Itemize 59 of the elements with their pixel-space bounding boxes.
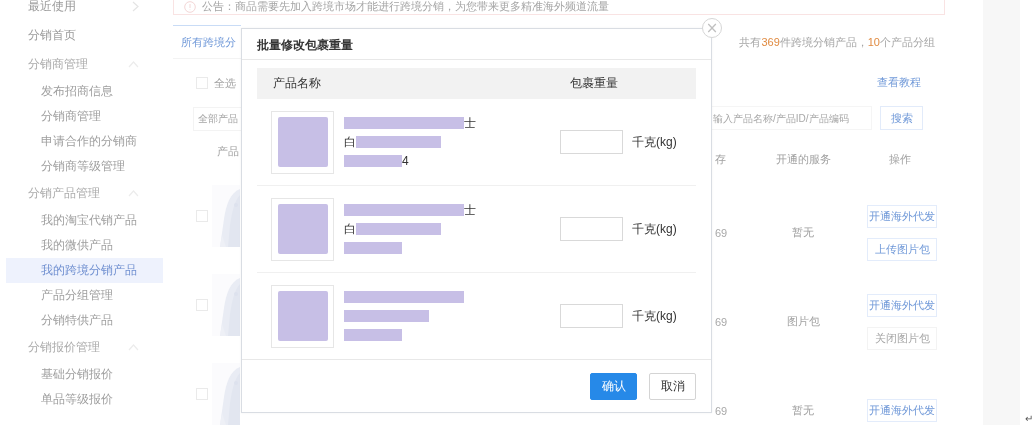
chevron-right-icon [132,1,139,12]
column-header: 产品 [216,144,240,159]
redaction-block [277,204,328,254]
sidebar-item[interactable]: 发布招商信息 [0,79,163,104]
table-cell-text: 暂无 [791,403,815,418]
weight-field[interactable] [560,217,623,241]
return-mark: ↵ [1025,413,1033,425]
sidebar-group[interactable]: 分销报价管理 [0,333,163,362]
unit-label: 千克(kg) [632,220,677,238]
table-cell-text: 69 [714,226,729,239]
sidebar-item[interactable]: 分销商管理 [0,104,163,129]
sidebar-item[interactable]: 产品分组管理 [0,283,163,308]
unit-label: 千克(kg) [632,307,677,325]
unit-label: 千克(kg) [632,133,677,151]
column-header: 存 [714,151,727,167]
close-button[interactable]: × [702,18,722,38]
sidebar-item[interactable]: 申请合作的分销商 [0,129,163,154]
column-header: 产品名称 [272,75,322,92]
search-button[interactable]: 搜索 [880,106,923,130]
sidebar-item[interactable]: 基础分销报价 [0,362,163,387]
column-header: 开通的服务 [774,151,832,167]
sidebar-item[interactable]: 我的跨境分销产品 [6,258,163,283]
cancel-button[interactable]: 取消 [649,372,696,400]
action-button[interactable]: 开通海外代发 [867,204,937,228]
action-button[interactable]: 开通海外代发 [867,293,937,317]
weight-field[interactable] [560,130,623,154]
sidebar-item[interactable]: 我的微供产品 [0,233,163,258]
column-header: 包裹重量 [570,75,618,92]
search-field[interactable]: 输入产品名称/产品ID/产品编码 [711,106,872,130]
sidebar-item[interactable]: 分销商等级管理 [0,154,163,179]
summary-text: 共有369件跨境分销产品，10个产品分组 [738,35,936,50]
sidebar-item[interactable]: 最近使用 [0,0,163,21]
column-header: 操作 [888,151,912,167]
confirm-button[interactable]: 确认 [590,372,637,400]
redaction-block [277,117,328,167]
product-text: 士 [464,201,476,219]
select-all-label: 全选 [214,75,236,91]
notice-text: 公告：商品需要先加入跨境市场才能进行跨境分销，为您带来更多精准海外频道流量 [202,0,609,14]
redaction-block [277,291,328,341]
table-cell-text: 暂无 [791,225,815,240]
action-button[interactable]: 上传图片包 [867,237,937,261]
product-text: 士 [464,114,476,132]
sidebar-group[interactable]: 分销产品管理 [0,179,163,208]
weight-field[interactable] [560,304,623,328]
table-cell-text: 69 [714,404,729,417]
product-text: 白 [344,133,356,151]
table-cell-text: 69 [714,315,729,328]
sidebar-group[interactable]: 分销商管理 [0,50,163,79]
table-cell-text: 图片包 [785,314,821,329]
product-text: 白 [344,220,356,238]
info-icon [184,0,196,13]
sidebar-item[interactable]: 单品等级报价 [0,387,163,412]
sidebar-item[interactable]: 分销特供产品 [0,308,163,333]
product-text: 4 [402,154,409,168]
sidebar-item[interactable]: 我的淘宝代销产品 [0,208,163,233]
tutorial-link[interactable]: 查看教程 [877,74,921,90]
action-button[interactable]: 开通海外代发 [867,399,937,422]
action-button[interactable]: 关闭图片包 [867,326,937,350]
sidebar-item[interactable]: 分销首页 [0,21,163,50]
